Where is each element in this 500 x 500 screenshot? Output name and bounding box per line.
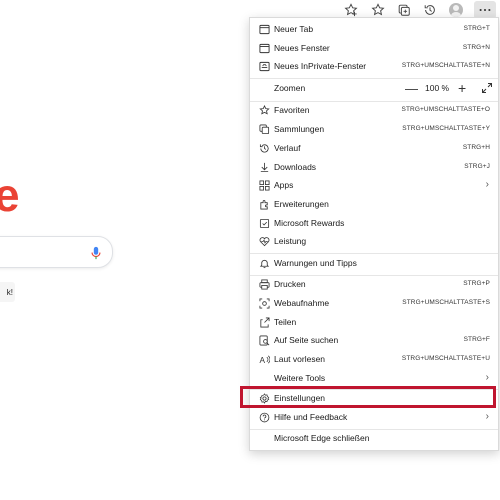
menu-label: Sammlungen — [274, 124, 325, 134]
menu-item-help[interactable]: Hilfe und Feedback › — [250, 408, 498, 427]
menu-shortcut: STRG+UMSCHALTTASTE+Y — [402, 125, 490, 132]
menu-label: Verlauf — [274, 143, 301, 153]
zoom-in-button[interactable]: + — [458, 80, 466, 96]
collections-icon — [258, 123, 271, 136]
menu-label: Microsoft Edge schließen — [274, 433, 370, 443]
web-capture-icon — [258, 297, 271, 310]
favorites-star-icon — [258, 104, 271, 117]
menu-shortcut: STRG+UMSCHALTTASTE+O — [401, 106, 490, 113]
new-tab-icon — [258, 23, 271, 36]
menu-item-extensions[interactable]: Erweiterungen — [250, 195, 498, 214]
menu-shortcut: STRG+F — [463, 336, 490, 343]
read-aloud-icon: A — [258, 353, 271, 366]
search-button-fragment[interactable]: k! — [0, 282, 15, 302]
menu-item-history[interactable]: Verlauf STRG+H — [250, 139, 498, 158]
menu-label: Teilen — [274, 317, 297, 327]
menu-item-performance[interactable]: Leistung — [250, 232, 498, 251]
menu-shortcut: STRG+J — [464, 163, 490, 170]
menu-label: Downloads — [274, 162, 317, 172]
menu-item-zoom: Zoomen — 100 % + — [250, 79, 498, 100]
menu-item-close-edge[interactable]: Microsoft Edge schließen — [250, 429, 498, 448]
chevron-right-icon: › — [485, 179, 489, 190]
menu-item-apps[interactable]: Apps › — [250, 176, 498, 195]
menu-label: Neuer Tab — [274, 24, 314, 34]
menu-label: Erweiterungen — [274, 199, 329, 209]
menu-item-collections[interactable]: Sammlungen STRG+UMSCHALTTASTE+Y — [250, 120, 498, 139]
find-icon — [258, 334, 271, 347]
history-icon — [258, 142, 271, 155]
menu-shortcut: STRG+UMSCHALTTASTE+N — [401, 62, 490, 69]
fullscreen-icon[interactable] — [481, 82, 493, 94]
new-window-icon — [258, 42, 271, 55]
chevron-right-icon: › — [485, 372, 489, 383]
microphone-icon[interactable] — [90, 246, 102, 260]
search-logo-fragment: e — [0, 169, 20, 221]
menu-label: Warnungen und Tipps — [274, 258, 357, 268]
menu-label: Laut vorlesen — [274, 354, 326, 364]
menu-label: Auf Seite suchen — [274, 335, 339, 345]
menu-label: Hilfe und Feedback — [274, 412, 348, 422]
menu-item-print[interactable]: Drucken STRG+P — [250, 275, 498, 294]
download-icon — [258, 161, 271, 174]
inprivate-icon — [258, 60, 271, 73]
avatar — [449, 3, 463, 17]
printer-icon — [258, 278, 271, 291]
menu-shortcut: STRG+H — [462, 144, 490, 151]
menu-item-share[interactable]: Teilen — [250, 313, 498, 332]
menu-item-downloads[interactable]: Downloads STRG+J — [250, 158, 498, 177]
menu-label: Neues InPrivate-Fenster — [274, 61, 367, 71]
rewards-icon — [258, 217, 271, 230]
menu-label: Webaufnahme — [274, 298, 330, 308]
menu-item-inprivate[interactable]: Neues InPrivate-Fenster STRG+UMSCHALTTAS… — [250, 57, 498, 76]
highlight-frame — [240, 386, 496, 408]
search-input[interactable] — [0, 236, 113, 268]
zoom-value: 100 % — [425, 83, 450, 93]
menu-label: Drucken — [274, 279, 306, 289]
svg-text:A: A — [259, 356, 265, 365]
menu-item-web-capture[interactable]: Webaufnahme STRG+UMSCHALTTASTE+S — [250, 294, 498, 313]
menu-shortcut: STRG+T — [463, 25, 490, 32]
menu-label: Zoomen — [274, 83, 306, 93]
menu-shortcut: STRG+UMSCHALTTASTE+U — [401, 355, 490, 362]
help-icon — [258, 411, 271, 424]
menu-item-new-tab[interactable]: Neuer Tab STRG+T — [250, 20, 498, 39]
extensions-icon — [258, 198, 271, 211]
menu-label: Neues Fenster — [274, 43, 330, 53]
menu-shortcut: STRG+P — [463, 280, 490, 287]
performance-icon — [258, 235, 271, 248]
chevron-right-icon: › — [485, 411, 489, 422]
menu-item-alerts[interactable]: Warnungen und Tipps — [250, 254, 498, 273]
menu-item-read-aloud[interactable]: A Laut vorlesen STRG+UMSCHALTTASTE+U — [250, 350, 498, 369]
zoom-out-button[interactable]: — — [405, 81, 418, 96]
bell-icon — [258, 257, 271, 270]
menu-shortcut: STRG+N — [462, 44, 490, 51]
menu-item-find[interactable]: Auf Seite suchen STRG+F — [250, 331, 498, 350]
menu-item-new-window[interactable]: Neues Fenster STRG+N — [250, 39, 498, 58]
menu-label: Microsoft Rewards — [274, 218, 345, 228]
share-icon — [258, 316, 271, 329]
menu-label: Weitere Tools — [274, 373, 326, 383]
menu-shortcut: STRG+UMSCHALTTASTE+S — [402, 299, 490, 306]
apps-icon — [258, 179, 271, 192]
menu-label: Leistung — [274, 236, 307, 246]
menu-label: Apps — [274, 180, 294, 190]
menu-label: Favoriten — [274, 105, 310, 115]
menu-item-rewards[interactable]: Microsoft Rewards — [250, 214, 498, 233]
menu-item-favorites[interactable]: Favoriten STRG+UMSCHALTTASTE+O — [250, 101, 498, 120]
